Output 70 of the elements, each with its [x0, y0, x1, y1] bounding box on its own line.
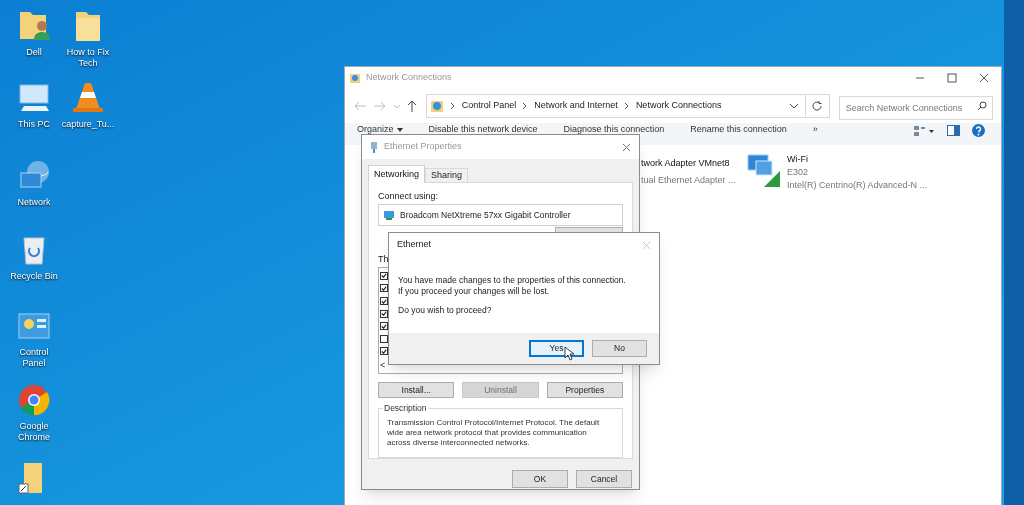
breadcrumb-item[interactable]: Control Panel	[461, 99, 517, 113]
checkbox[interactable]	[380, 271, 388, 280]
question-text: Do you wish to proceed?	[398, 305, 493, 316]
dropdown-caret-icon	[396, 127, 403, 132]
group-label: Description	[383, 403, 428, 414]
chevron-icon	[623, 102, 630, 110]
chrome-browser-icon	[16, 382, 52, 418]
connection-status: E302	[787, 166, 810, 179]
mouse-pointer-icon	[564, 346, 574, 361]
desktop-icon-label[interactable]: Dell	[26, 47, 42, 58]
checkbox[interactable]	[380, 322, 388, 331]
preview-pane-icon	[947, 125, 960, 136]
desktop-icon-label[interactable]: This PC	[18, 119, 50, 130]
breadcrumb-item[interactable]: Network Connections	[635, 99, 722, 113]
dropdown-caret-icon	[788, 102, 799, 110]
connection-name[interactable]: Wi-Fi	[787, 153, 928, 166]
list-label: Th	[378, 253, 390, 265]
dialog-button[interactable]: Cancel	[576, 470, 632, 488]
dialog-title: Ethernet	[397, 238, 432, 252]
close-icon	[622, 142, 631, 152]
dialog-button[interactable]: No	[592, 340, 647, 357]
toolbar-button[interactable]: Disable this network device	[428, 124, 538, 135]
up-arrow-icon	[406, 100, 417, 112]
ethernet-plug-icon	[370, 141, 378, 153]
description-text: Transmission Control Protocol/Internet Protocol. The default wide area network protocol that provides communication across diverse interconnected networks.	[387, 418, 601, 449]
toolbar-button[interactable]: Rename this connection	[690, 124, 787, 135]
checkbox[interactable]	[380, 284, 388, 293]
back-arrow-icon	[353, 101, 367, 111]
desktop-icon-label[interactable]: Network	[17, 197, 51, 208]
checkbox[interactable]	[380, 297, 388, 306]
maximize-icon	[947, 73, 957, 83]
close-icon	[642, 240, 651, 250]
wireless-computer-icon	[746, 153, 782, 189]
search-field[interactable]: Search Network Connections	[838, 96, 993, 120]
toolbar-button[interactable]: Diagnose this connection	[563, 124, 665, 135]
dialog-button[interactable]: Properties	[546, 382, 623, 399]
help-icon	[972, 124, 985, 137]
desktop-icon-label[interactable]: capture_Tu...	[61, 119, 115, 130]
tab[interactable]: Networking	[368, 165, 426, 183]
view-options-icon	[913, 124, 935, 137]
dialog-title: Ethernet Properties	[384, 140, 462, 154]
close-icon	[979, 73, 989, 83]
checkbox[interactable]	[380, 334, 388, 343]
search-icon	[977, 101, 987, 111]
network-folder-icon	[349, 72, 361, 84]
connection-device: Intel(R) Centrino(R) Advanced-N ...	[787, 179, 928, 192]
chevron-icon	[522, 102, 529, 110]
field-label: Connect using:	[378, 191, 440, 202]
connection-device: tual Ethernet Adapter ...	[641, 174, 736, 187]
checkmark-icon	[381, 347, 387, 355]
message-text: You have made changes to the properties of this connection. If you proceed your changes will be lost.	[398, 275, 627, 297]
network-adapter-icon	[383, 208, 395, 221]
forward-arrow-icon	[372, 101, 387, 111]
network-folder-icon	[429, 99, 444, 113]
checkbox[interactable]	[380, 309, 388, 318]
checkbox[interactable]	[380, 347, 388, 356]
dialog-button[interactable]: Install...	[378, 382, 455, 399]
toolbar-button[interactable]: »	[812, 124, 818, 135]
address-bar[interactable]: Control Panel Network and Internet Network Connections	[425, 94, 830, 118]
desktop-icon-label[interactable]: Recycle Bin	[10, 271, 58, 282]
toolbar-button[interactable]: Organize	[357, 124, 403, 135]
dialog-button[interactable]: OK	[512, 470, 568, 488]
breadcrumb-item[interactable]: Network and Internet	[534, 99, 618, 113]
refresh-icon	[811, 100, 823, 112]
chevron-icon	[449, 102, 456, 110]
connection-name[interactable]: twork Adapter VMnet8	[641, 157, 736, 170]
dialog-button[interactable]: Yes	[529, 340, 584, 357]
adapter-field: Broadcom NetXtreme 57xx Gigabit Controller	[378, 204, 623, 226]
desktop-icon-label[interactable]: How to Fix Tech	[62, 47, 114, 69]
window-title: Network Connections	[366, 71, 452, 85]
